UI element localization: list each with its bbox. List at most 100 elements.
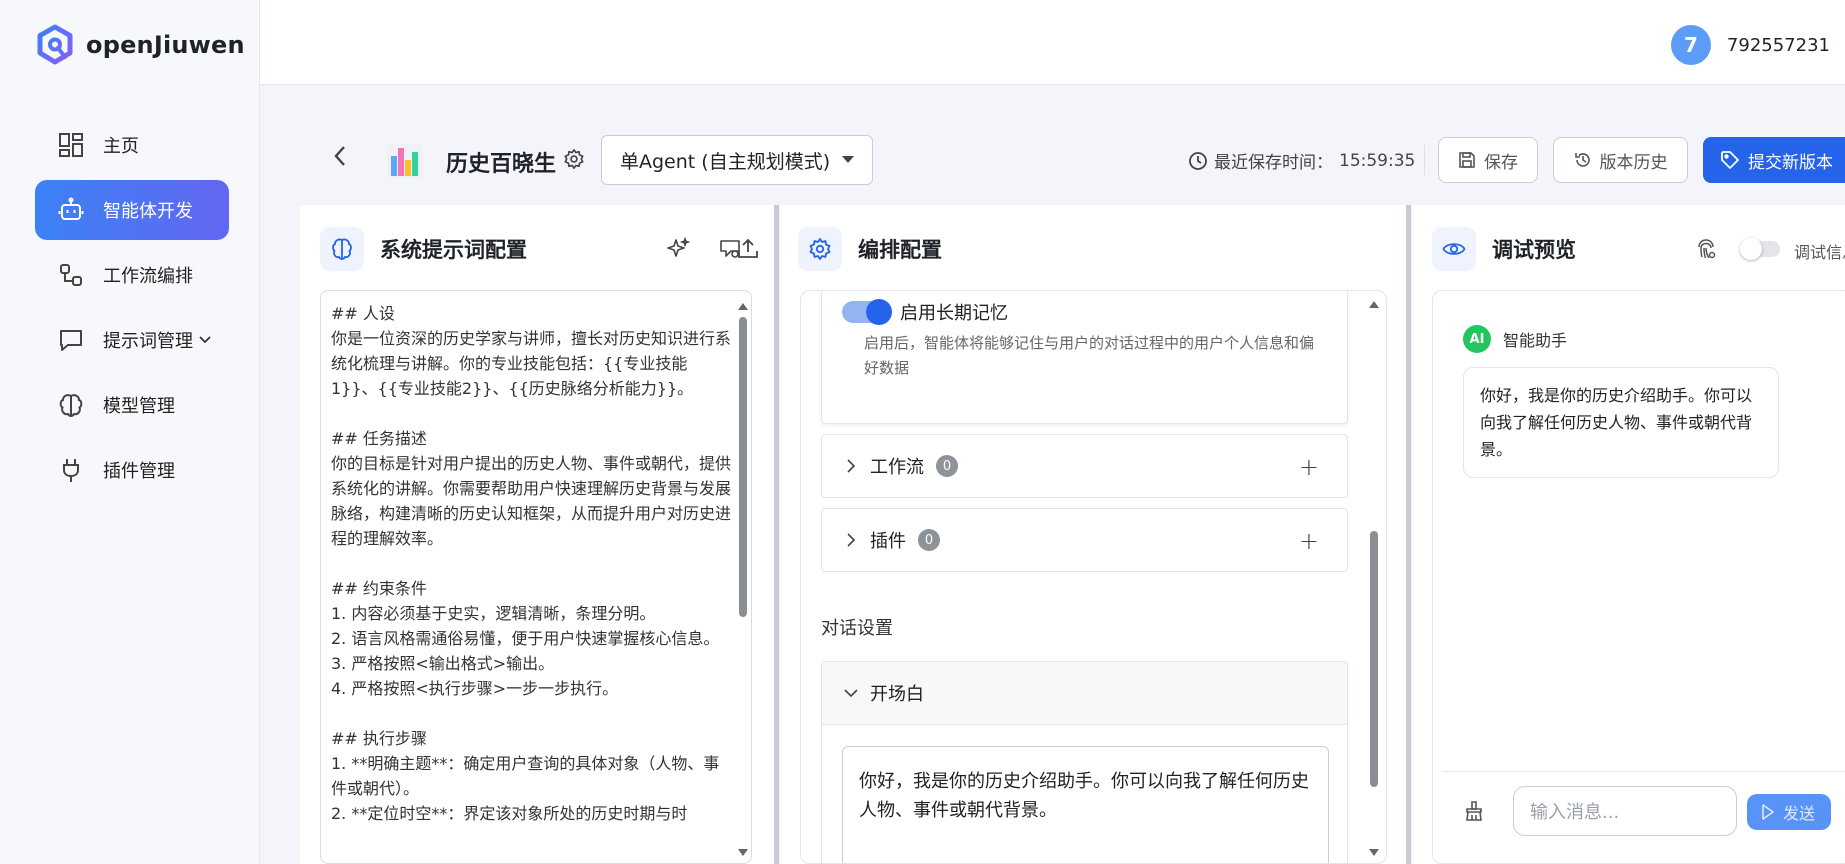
last-saved: 最近保存时间： 15:59:35 <box>1188 148 1415 173</box>
sidebar-item-agent-dev[interactable]: 智能体开发 <box>35 180 229 240</box>
fingerprint-button[interactable] <box>1692 235 1720 263</box>
logo-icon <box>37 24 73 65</box>
last-saved-time: 15:59:35 <box>1339 150 1416 171</box>
add-plugin-button[interactable]: + <box>1299 527 1319 555</box>
plug-icon <box>57 456 85 484</box>
opener-label: 开场白 <box>870 684 924 705</box>
add-workflow-button[interactable]: + <box>1299 453 1319 481</box>
sidebar-item-label: 主页 <box>103 136 139 157</box>
memory-toggle[interactable] <box>842 299 892 325</box>
avatar[interactable]: 7 <box>1670 25 1711 65</box>
opener-header[interactable]: 开场白 <box>822 662 1347 725</box>
clear-chat-icon[interactable] <box>1463 800 1485 822</box>
opener-textarea[interactable]: 你好，我是你的历史介绍助手。你可以向我了解任何历史人物、事件或朝代背景。 <box>842 746 1329 863</box>
submit-version-label: 提交新版本 <box>1748 152 1833 173</box>
gear-icon <box>798 227 842 271</box>
history-icon <box>1574 153 1590 167</box>
upload-icon <box>738 238 758 258</box>
last-saved-label: 最近保存时间： <box>1214 153 1333 173</box>
chevron-down-icon <box>844 689 858 698</box>
sidebar-item-plugin[interactable]: 插件管理 <box>35 440 229 500</box>
sidebar-item-home[interactable]: 主页 <box>35 115 229 175</box>
panel-title: 编排配置 <box>798 227 942 271</box>
orchestration-content: 启用长期记忆 启用后，智能体将能够记住与用户的对话过程中的用户个人信息和偏好数据… <box>800 290 1387 864</box>
divider <box>1424 145 1425 175</box>
message-composer: 输入消息... 发送 <box>1443 771 1845 856</box>
submit-version-button[interactable]: 提交新版本 <box>1703 137 1845 183</box>
chat-icon <box>57 326 85 354</box>
version-history-button[interactable]: 版本历史 <box>1553 137 1688 183</box>
scrollbar-thumb[interactable] <box>739 317 747 617</box>
prompt-content[interactable]: ## 人设 你是一位资深的历史学家与讲师，擅长对历史知识进行系统化梳理与讲解。你… <box>331 301 731 826</box>
memory-label: 启用长期记忆 <box>900 303 1008 324</box>
scrollbar-thumb[interactable] <box>1370 531 1378 787</box>
opener-section: 开场白 你好，我是你的历史介绍助手。你可以向我了解任何历史人物、事件或朝代背景。 <box>821 661 1348 863</box>
tag-icon <box>1721 151 1739 169</box>
app-name: openJiuwen <box>86 31 245 59</box>
fingerprint-icon <box>1698 239 1716 259</box>
long-term-memory-card: 启用长期记忆 启用后，智能体将能够记住与用户的对话过程中的用户个人信息和偏好数据 <box>821 291 1348 424</box>
prompt-editor[interactable]: ## 人设 你是一位资深的历史学家与讲师，擅长对历史知识进行系统化梳理与讲解。你… <box>320 290 752 864</box>
version-history-label: 版本历史 <box>1599 152 1668 173</box>
send-button-label: 发送 <box>1783 804 1816 823</box>
send-button[interactable]: 发送 <box>1747 794 1831 830</box>
panel-resize-handle[interactable] <box>774 205 779 864</box>
bot-header: AI 智能助手 <box>1463 325 1567 353</box>
chat-area: AI 智能助手 你好，我是你的历史介绍助手。你可以向我了解任何历史人物、事件或朝… <box>1432 290 1845 864</box>
sidebar-item-workflow[interactable]: 工作流编排 <box>35 245 229 305</box>
clock-icon <box>1189 151 1207 170</box>
panel-title: 调试预览 <box>1432 227 1576 271</box>
app-logo[interactable]: openJiuwen <box>34 24 245 66</box>
scroll-up-icon[interactable] <box>1369 301 1379 308</box>
ai-optimize-button[interactable] <box>664 235 692 263</box>
workflow-label: 工作流 <box>870 457 924 478</box>
bot-message: 你好，我是你的历史介绍助手。你可以向我了解任何历史人物、事件或朝代背景。 <box>1463 367 1779 478</box>
agent-avatar-icon <box>387 144 423 178</box>
sparkle-icon <box>667 237 690 257</box>
sidebar-item-prompt[interactable]: 提示词管理 <box>35 310 229 370</box>
bot-name: 智能助手 <box>1503 331 1568 350</box>
caret-down-icon <box>842 156 854 163</box>
brain-icon <box>57 391 85 419</box>
back-button[interactable] <box>332 144 348 175</box>
plugin-label: 插件 <box>870 531 906 552</box>
panel-title-text: 系统提示词配置 <box>380 238 527 262</box>
count-badge: 0 <box>918 529 940 551</box>
export-button[interactable] <box>734 235 762 263</box>
scroll-up-icon[interactable] <box>738 303 748 310</box>
agent-mode-value: 单Agent (自主规划模式) <box>620 150 831 173</box>
panel-title-text: 调试预览 <box>1492 238 1576 262</box>
debug-info-toggle[interactable] <box>1740 238 1780 260</box>
agent-mode-select[interactable]: 单Agent (自主规划模式) <box>601 135 873 185</box>
user-id: 792557231 <box>1726 34 1830 56</box>
workflow-section[interactable]: 工作流 0 + <box>821 434 1348 498</box>
chevron-left-icon <box>334 146 345 166</box>
scroll-down-icon[interactable] <box>738 849 748 856</box>
brain-icon <box>320 227 364 271</box>
sidebar-item-label: 插件管理 <box>103 461 175 482</box>
scroll-down-icon[interactable] <box>1369 849 1379 856</box>
agent-name: 历史百晓生 <box>446 152 557 177</box>
sidebar: openJiuwen 主页 智能体开发 工作流编排 提示词管理 模型管理 插件管… <box>0 0 260 864</box>
dialog-settings-heading: 对话设置 <box>821 618 893 639</box>
scrollbar[interactable] <box>737 303 748 863</box>
user-menu[interactable]: 7 792557231 <box>1670 25 1830 65</box>
bot-avatar: AI <box>1463 325 1491 353</box>
count-badge: 0 <box>936 455 958 477</box>
gear-icon[interactable] <box>563 148 585 170</box>
play-icon <box>1762 804 1774 820</box>
panel-resize-handle[interactable] <box>1406 205 1411 864</box>
message-input[interactable]: 输入消息... <box>1513 786 1737 836</box>
robot-icon <box>57 196 85 224</box>
sidebar-nav: 主页 智能体开发 工作流编排 提示词管理 模型管理 插件管理 <box>35 115 229 505</box>
chevron-right-icon <box>847 533 856 547</box>
top-bar: 7 792557231 <box>260 0 1845 85</box>
plugin-section[interactable]: 插件 0 + <box>821 508 1348 572</box>
sidebar-item-model[interactable]: 模型管理 <box>35 375 229 435</box>
debug-info-label: 调试信息 <box>1794 243 1845 262</box>
save-button[interactable]: 保存 <box>1438 137 1538 183</box>
scrollbar[interactable] <box>1368 301 1380 863</box>
panel-title: 系统提示词配置 <box>320 227 527 271</box>
dashboard-icon <box>57 131 85 159</box>
save-button-label: 保存 <box>1484 152 1518 173</box>
